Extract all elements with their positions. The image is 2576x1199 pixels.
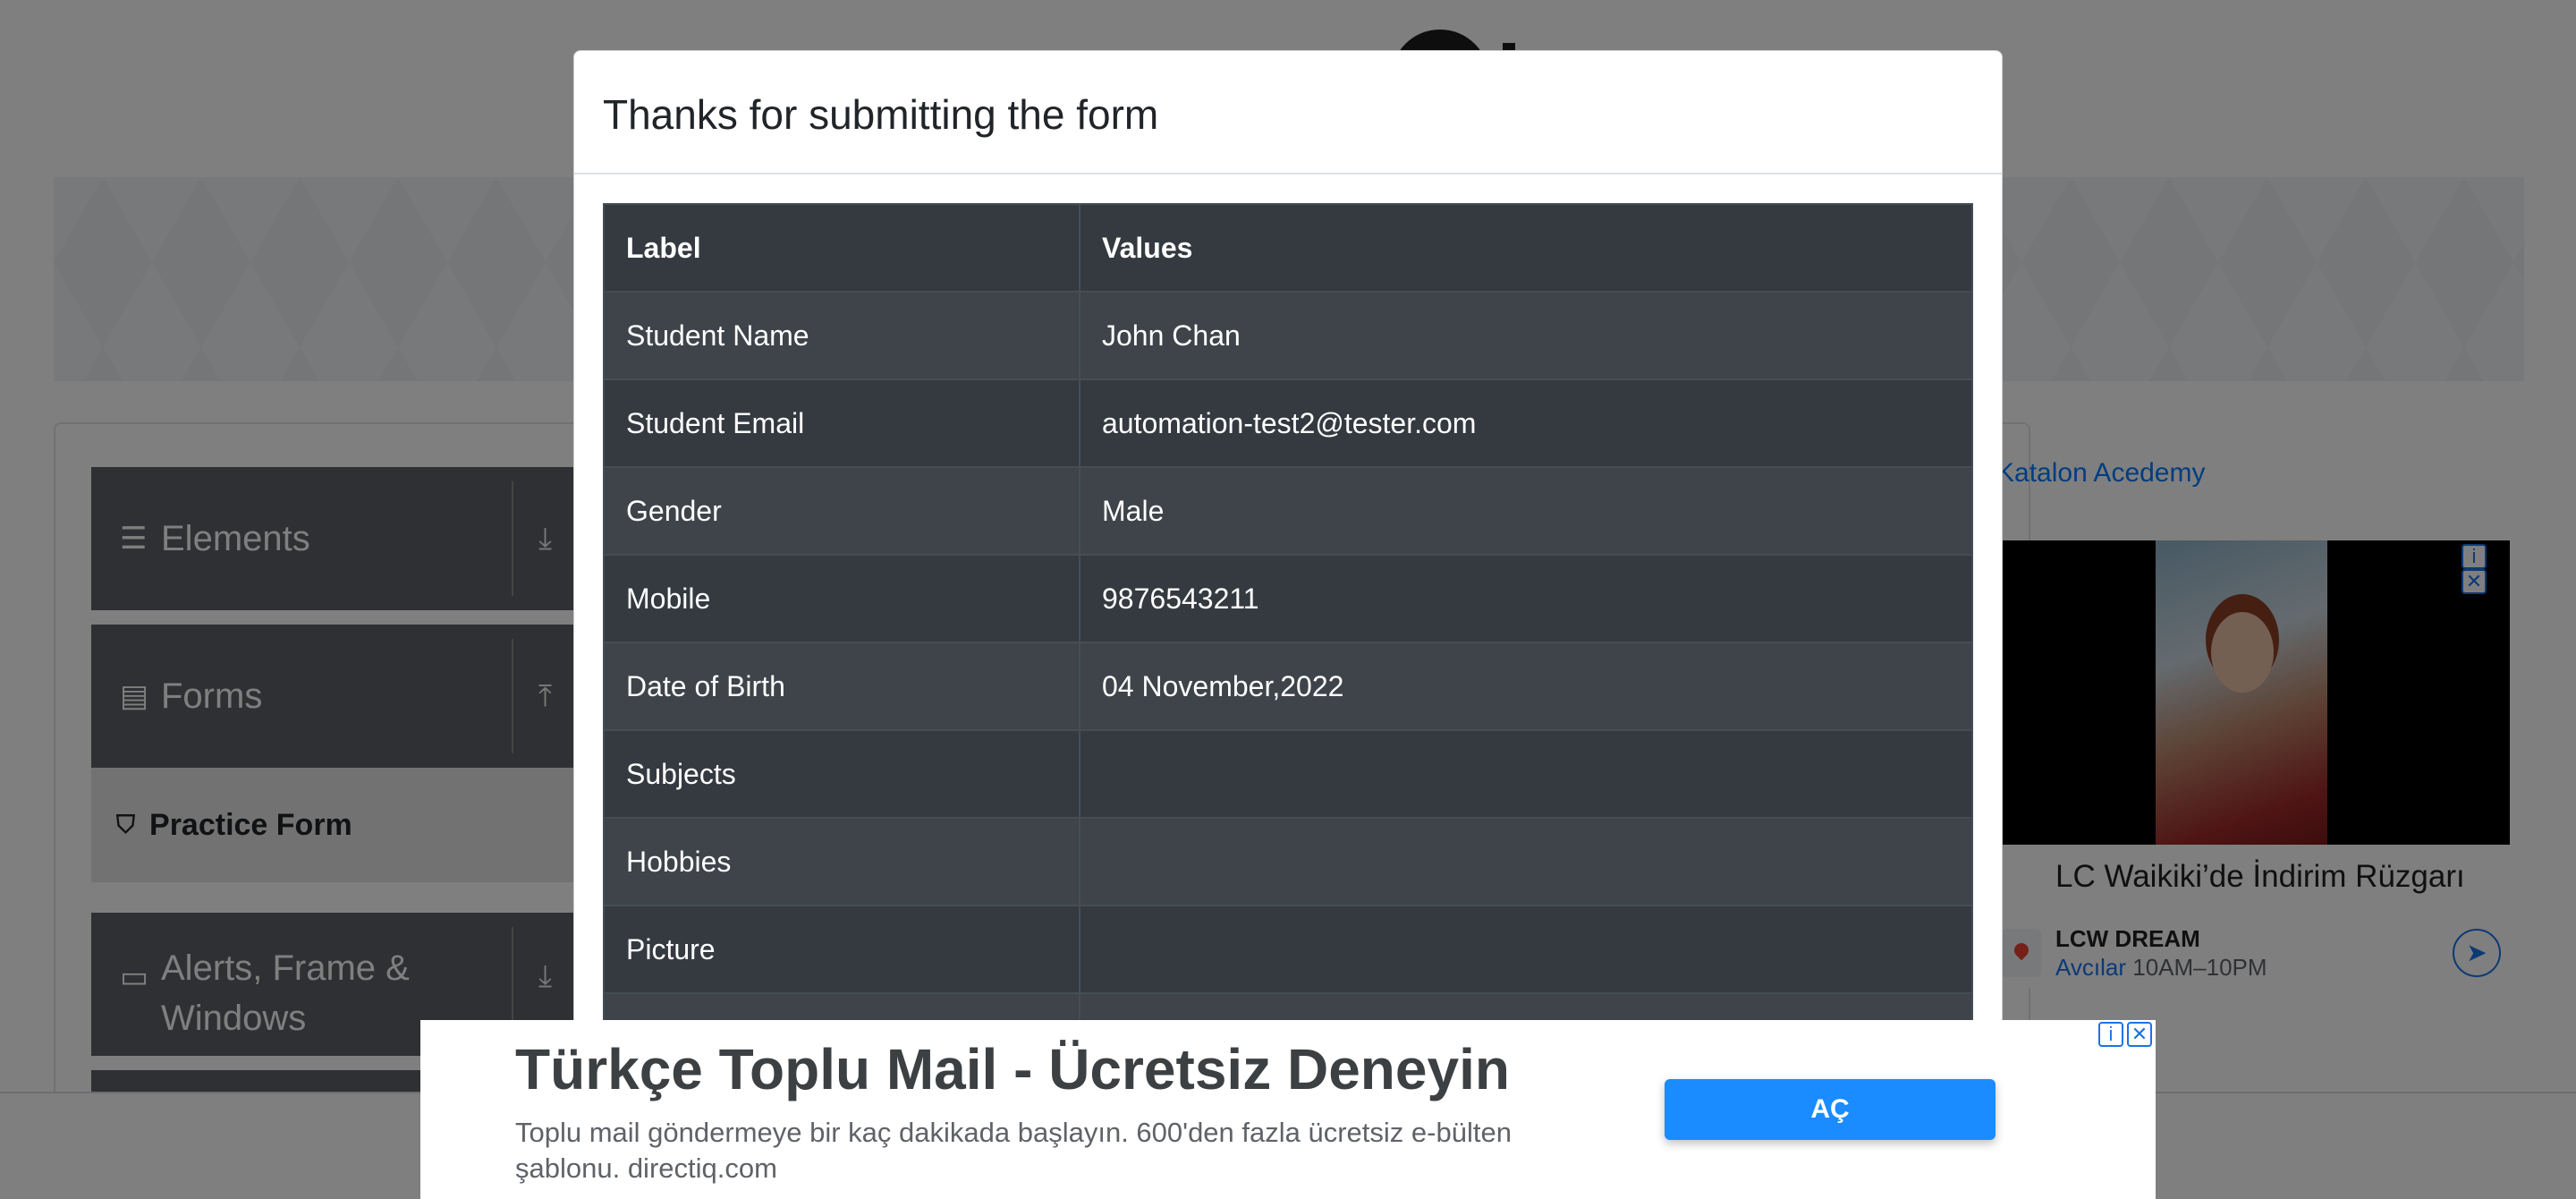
row-value: John Chan bbox=[1079, 291, 1973, 380]
row-value: Male bbox=[1079, 466, 1973, 556]
ad-close-icon[interactable]: ✕ bbox=[2127, 1022, 2152, 1047]
row-value bbox=[1079, 817, 1973, 906]
table-row: Date of Birth 04 November,2022 bbox=[603, 642, 1973, 731]
table-row: Picture bbox=[603, 905, 1973, 994]
row-label: Picture bbox=[603, 905, 1080, 994]
row-value bbox=[1079, 729, 1973, 819]
bottom-ad-banner[interactable]: i ✕ Türkçe Toplu Mail - Ücretsiz Deneyin … bbox=[420, 1020, 2156, 1199]
ad-open-button[interactable]: AÇ bbox=[1665, 1079, 1996, 1140]
modal-title: Thanks for submitting the form bbox=[603, 91, 1159, 138]
row-label: Subjects bbox=[603, 729, 1080, 819]
modal-header: Thanks for submitting the form bbox=[574, 51, 2002, 174]
row-label: Date of Birth bbox=[603, 642, 1080, 731]
row-label: Student Name bbox=[603, 291, 1080, 380]
column-header-label: Label bbox=[603, 203, 1080, 293]
table-row: Mobile 9876543211 bbox=[603, 554, 1973, 643]
row-label: Student Email bbox=[603, 378, 1080, 468]
row-label: Hobbies bbox=[603, 817, 1080, 906]
table-header-row: Label Values bbox=[603, 203, 1973, 293]
table-row: Gender Male bbox=[603, 466, 1973, 556]
row-label: Mobile bbox=[603, 554, 1080, 643]
ad-badges: i✕ bbox=[2095, 1022, 2152, 1047]
row-value: 04 November,2022 bbox=[1079, 642, 1973, 731]
column-header-values: Values bbox=[1079, 203, 1973, 293]
row-value: 9876543211 bbox=[1079, 554, 1973, 643]
row-value bbox=[1079, 905, 1973, 994]
table-row: Subjects bbox=[603, 729, 1973, 819]
table-row: Hobbies bbox=[603, 817, 1973, 906]
ad-headline[interactable]: Türkçe Toplu Mail - Ücretsiz Deneyin bbox=[515, 1036, 1510, 1102]
results-table: Label Values Student Name John Chan Stud… bbox=[603, 203, 1973, 1082]
ad-info-icon[interactable]: i bbox=[2098, 1022, 2123, 1047]
row-label: Gender bbox=[603, 466, 1080, 556]
ad-description: Toplu mail göndermeye bir kaç dakikada b… bbox=[515, 1117, 1512, 1184]
table-row: Student Name John Chan bbox=[603, 291, 1973, 380]
row-value: automation-test2@tester.com bbox=[1079, 378, 1973, 468]
table-row: Student Email automation-test2@tester.co… bbox=[603, 378, 1973, 468]
submission-modal: Thanks for submitting the form Label Val… bbox=[573, 50, 2003, 1124]
